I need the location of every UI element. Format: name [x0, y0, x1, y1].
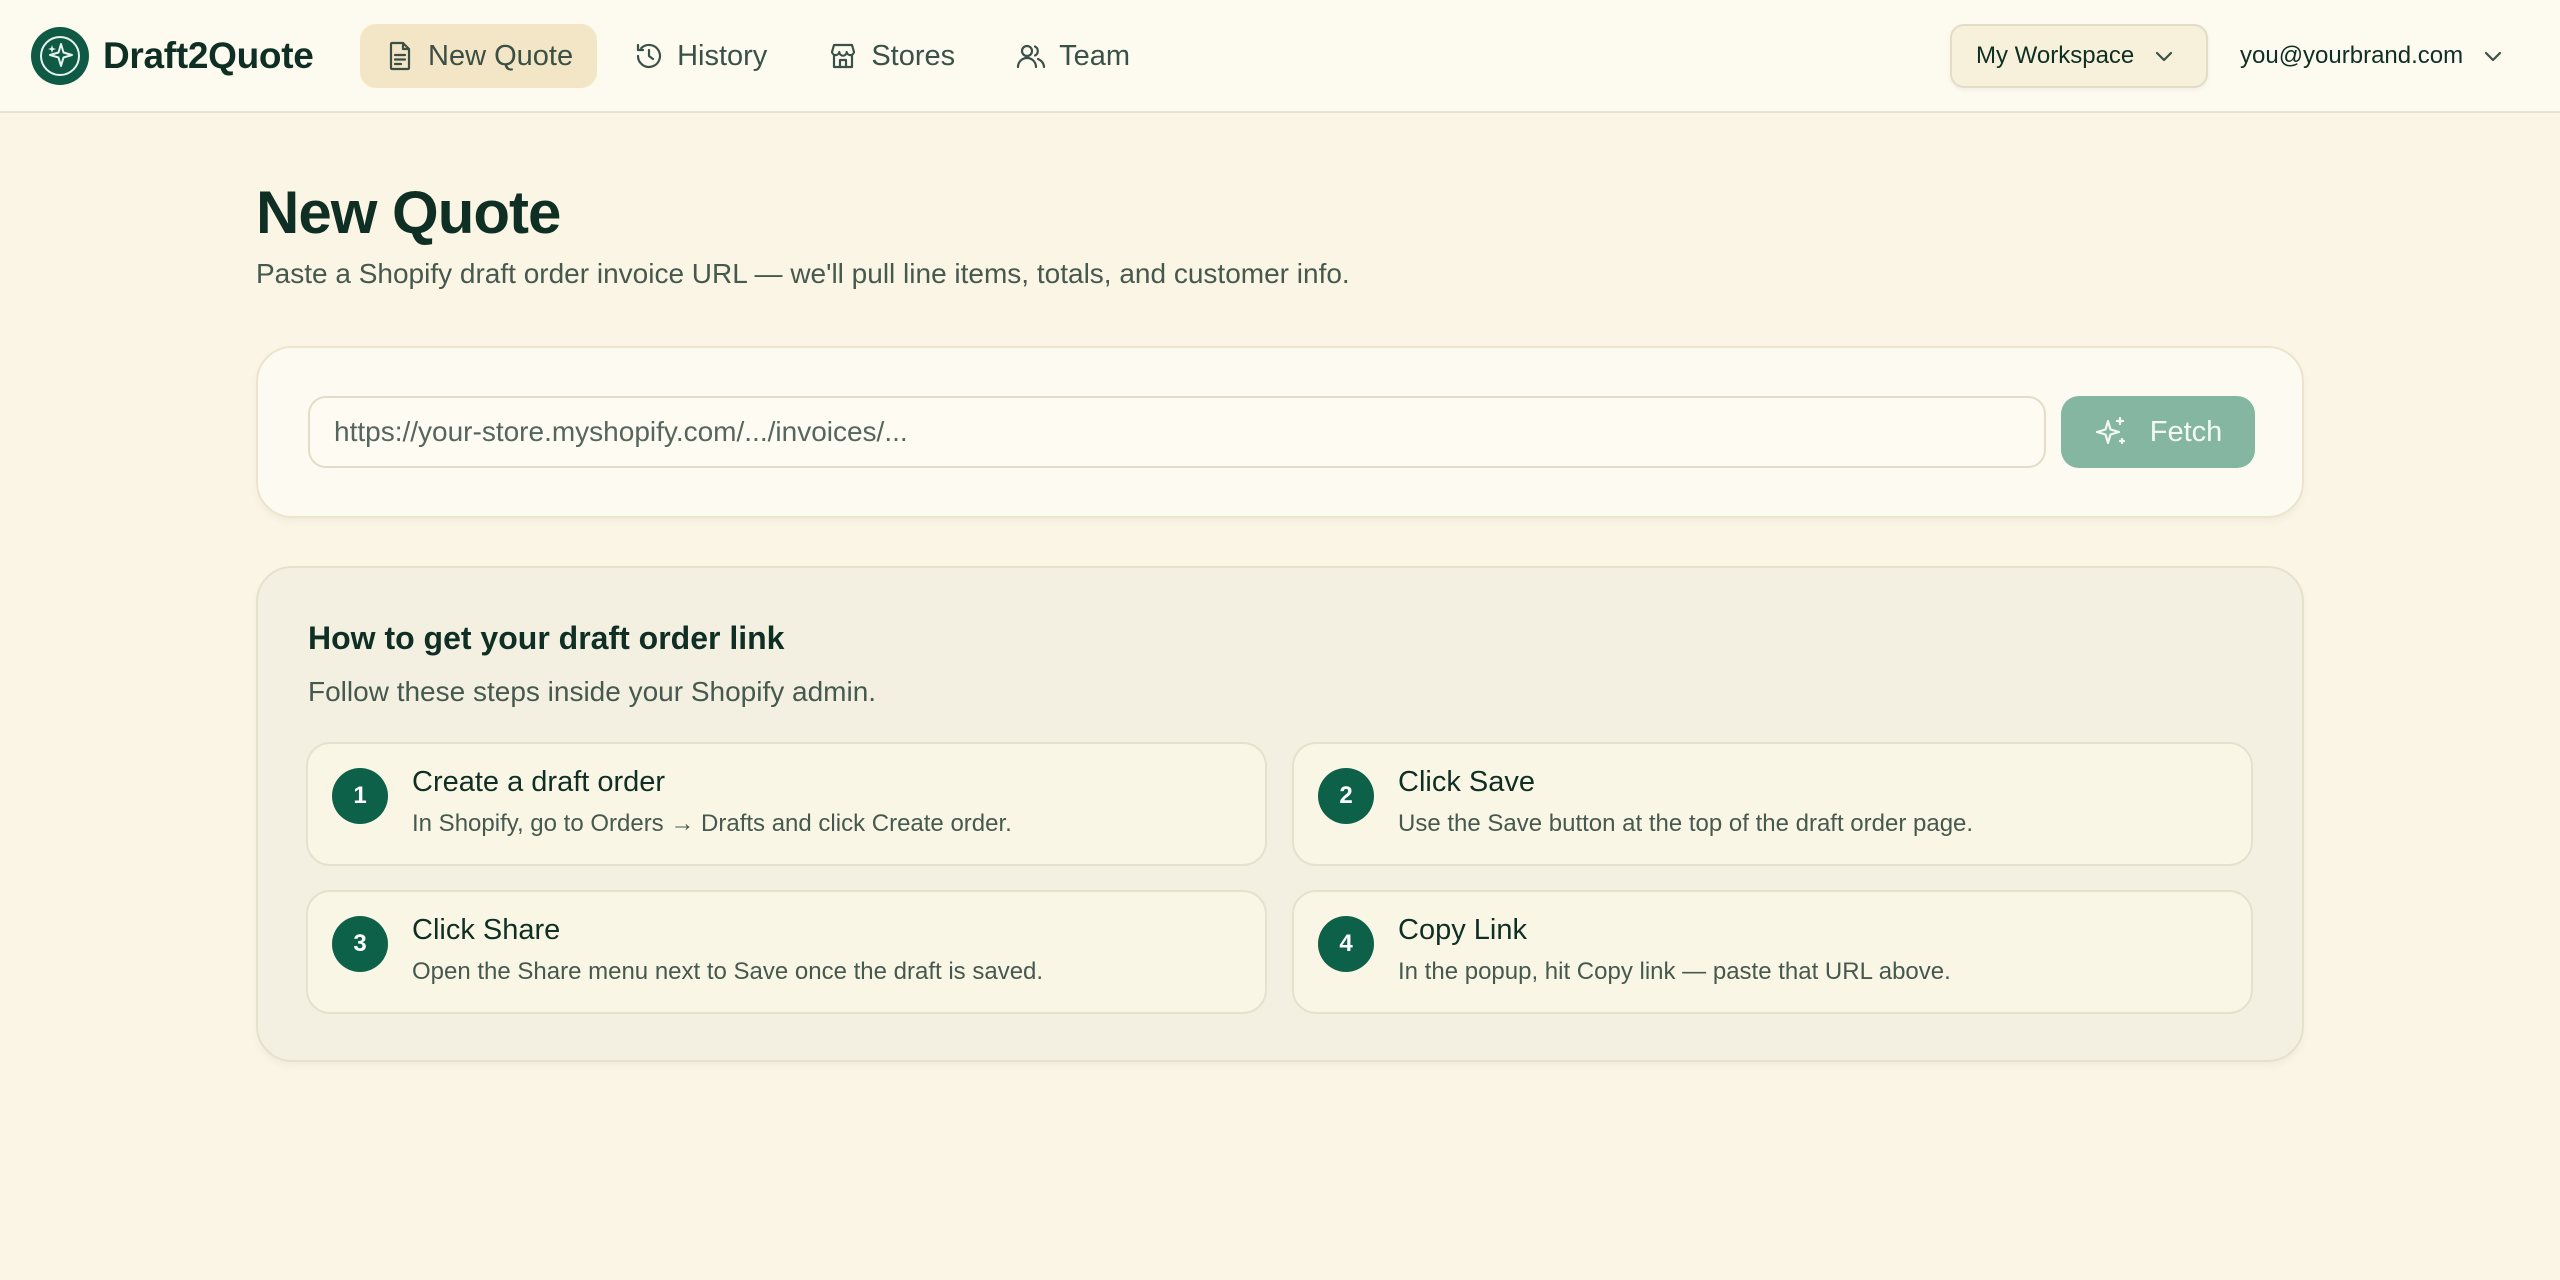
invoice-url-input[interactable] [308, 396, 2046, 468]
document-icon [389, 41, 411, 71]
top-navigation-bar: Draft2Quote New Quote History Stores Tea… [0, 0, 2560, 113]
nav-label: Stores [871, 39, 956, 72]
step-card: 1 Create a draft order In Shopify, go to… [306, 742, 1267, 866]
step-number-badge: 1 [332, 768, 388, 824]
step-number-badge: 4 [1318, 916, 1374, 972]
workspace-label: My Workspace [1976, 42, 2135, 69]
sparkle-logo-icon [31, 27, 89, 85]
step-title: Create a draft order [412, 766, 666, 798]
step-card: 3 Click Share Open the Share menu next t… [306, 890, 1267, 1014]
nav-stores[interactable]: Stores [803, 24, 979, 88]
fetch-button[interactable]: Fetch [2061, 396, 2255, 468]
step-title: Copy Link [1398, 914, 1527, 946]
nav-label: Team [1059, 39, 1131, 72]
nav-label: New Quote [428, 39, 574, 72]
step-number-badge: 3 [332, 916, 388, 972]
nav-label: History [677, 39, 768, 72]
step-description: In the popup, hit Copy link — paste that… [1398, 958, 1951, 985]
url-input-card: Fetch [256, 346, 2304, 518]
step-title: Click Share [412, 914, 561, 946]
step-card: 2 Click Save Use the Save button at the … [1292, 742, 2253, 866]
step-title: Click Save [1398, 766, 1535, 798]
user-menu[interactable]: you@yourbrand.com [2240, 24, 2505, 88]
page-subtitle: Paste a Shopify draft order invoice URL … [256, 258, 1350, 289]
howto-subtitle: Follow these steps inside your Shopify a… [308, 676, 877, 707]
sparkle-icon [2095, 416, 2125, 445]
howto-card: How to get your draft order link Follow … [256, 566, 2304, 1062]
step-description: In Shopify, go to Orders → Drafts and cl… [412, 810, 1012, 837]
step-card: 4 Copy Link In the popup, hit Copy link … [1292, 890, 2253, 1014]
page-title: New Quote [256, 179, 561, 246]
brand[interactable]: Draft2Quote [31, 27, 314, 85]
step-description: Use the Save button at the top of the dr… [1398, 810, 1974, 837]
fetch-label: Fetch [2149, 415, 2223, 448]
step-description: Open the Share menu next to Save once th… [412, 958, 1044, 985]
howto-title: How to get your draft order link [308, 620, 785, 656]
nav-history[interactable]: History [609, 24, 791, 88]
brand-name: Draft2Quote [103, 35, 314, 76]
step-number-badge: 2 [1318, 768, 1374, 824]
chevron-down-icon [2485, 51, 2502, 62]
user-email: you@yourbrand.com [2240, 42, 2464, 69]
users-icon [1017, 44, 1046, 69]
nav-new-quote[interactable]: New Quote [360, 24, 598, 88]
history-icon [636, 43, 662, 69]
workspace-selector[interactable]: My Workspace [1950, 24, 2208, 88]
store-icon [831, 43, 856, 69]
chevron-down-icon [2156, 51, 2173, 62]
main-nav: New Quote History Stores Team [360, 24, 1154, 88]
nav-team[interactable]: Team [991, 24, 1154, 88]
